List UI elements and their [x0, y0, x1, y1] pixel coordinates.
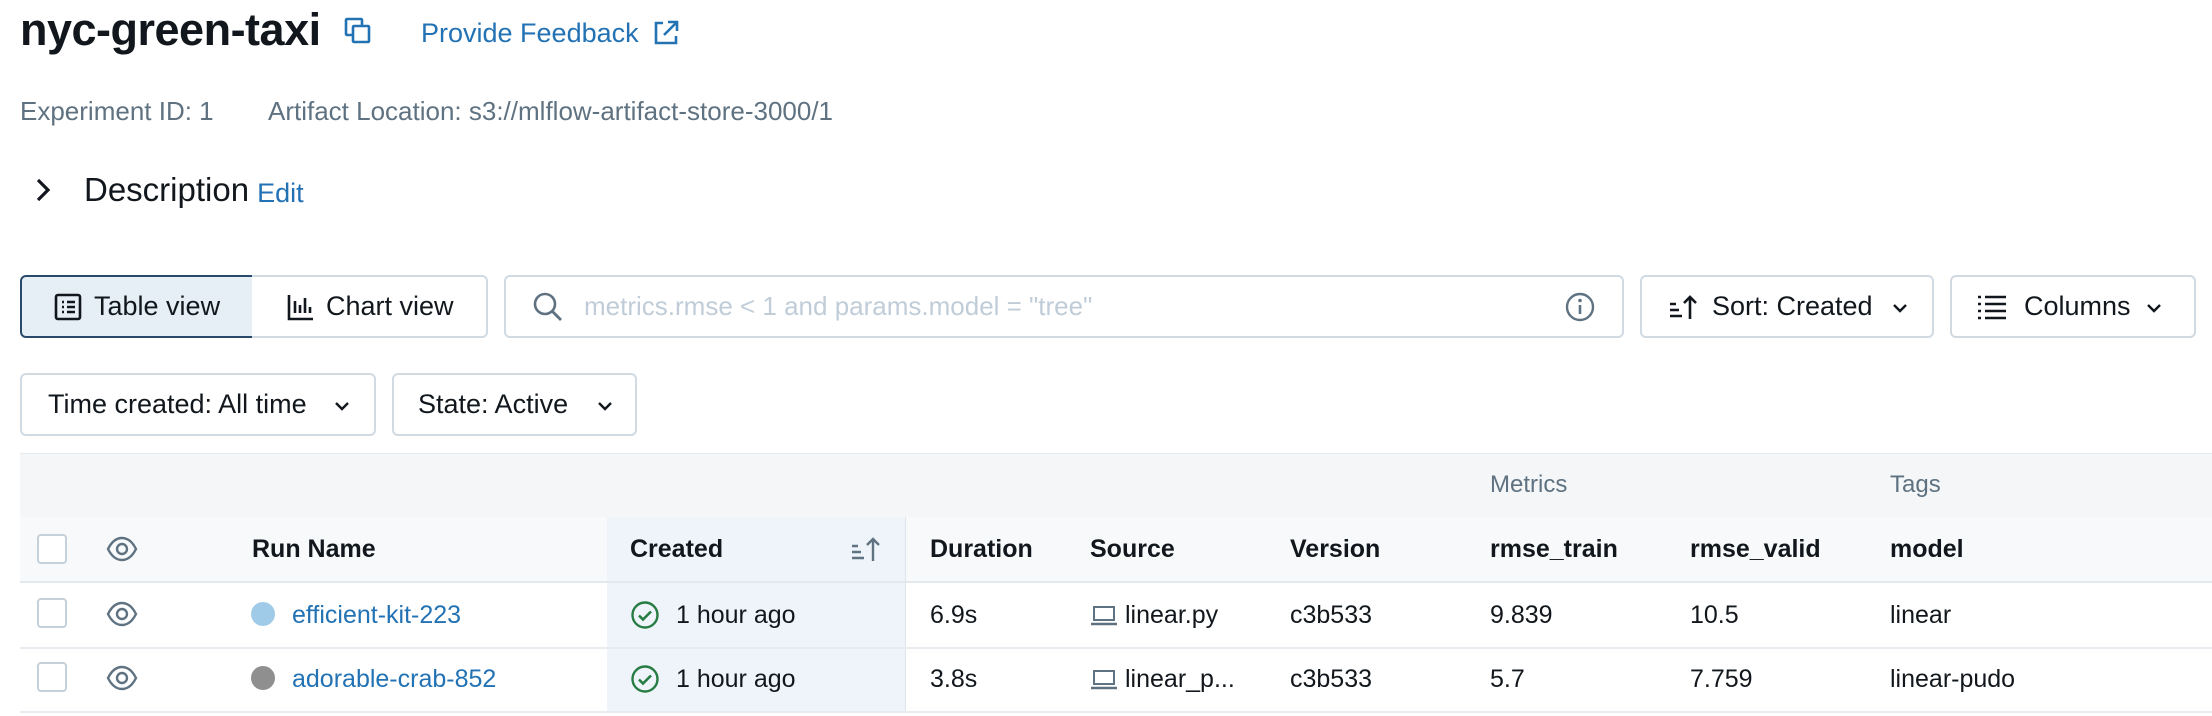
tags-group-label: Tags [1890, 471, 1941, 498]
run-color-dot[interactable] [251, 666, 275, 690]
list-icon [1978, 295, 2006, 319]
created-cell: 1 hour ago [676, 601, 796, 629]
chevron-down-icon [598, 402, 612, 411]
created-cell: 1 hour ago [676, 665, 796, 693]
chevron-right-icon[interactable] [28, 175, 58, 205]
sort-dropdown[interactable]: Sort: Created [1640, 275, 1934, 338]
experiment-id: Experiment ID: 1 [20, 96, 214, 126]
select-all-checkbox[interactable] [37, 534, 67, 564]
table-view-label: Table view [94, 291, 221, 321]
source-cell[interactable]: linear.py [1125, 583, 1218, 647]
duration-cell: 6.9s [930, 601, 978, 629]
external-link-icon [654, 20, 678, 45]
rmse-valid-cell: 10.5 [1690, 601, 1739, 629]
laptop-icon [1091, 606, 1117, 626]
run-name-link[interactable]: efficient-kit-223 [292, 583, 461, 647]
laptop-icon [1091, 670, 1117, 690]
state-filter[interactable]: State: Active [392, 373, 637, 436]
chevron-down-icon [2147, 304, 2161, 313]
metrics-group-label: Metrics [1490, 471, 1568, 498]
info-icon[interactable] [1564, 291, 1596, 323]
time-created-filter[interactable]: Time created: All time [20, 373, 376, 436]
sort-ascending-icon [1670, 294, 1697, 319]
eye-icon[interactable] [106, 600, 138, 628]
time-created-label: Time created: All time [48, 389, 307, 419]
search-input[interactable] [582, 290, 1566, 323]
row-checkbox[interactable] [37, 662, 67, 692]
state-label: State: Active [418, 389, 569, 419]
columns-dropdown[interactable]: Columns [1950, 275, 2196, 338]
column-header-source[interactable]: Source [1090, 517, 1175, 581]
description-edit-link[interactable]: Edit [257, 178, 304, 209]
columns-label: Columns [2024, 291, 2131, 321]
column-header-rmse-train[interactable]: rmse_train [1490, 517, 1618, 581]
provide-feedback-link[interactable]: Provide Feedback [421, 16, 681, 50]
row-checkbox[interactable] [37, 598, 67, 628]
model-tag-cell: linear-pudo [1890, 665, 2016, 693]
duration-cell: 3.8s [930, 665, 978, 693]
source-cell[interactable]: linear_p... [1125, 647, 1235, 711]
bar-chart-icon [287, 294, 313, 320]
table-view-button[interactable]: Table view [20, 275, 254, 338]
rmse-train-cell: 5.7 [1490, 665, 1525, 693]
artifact-location: Artifact Location: s3://mlflow-artifact-… [268, 96, 834, 126]
chart-view-button[interactable]: Chart view [252, 275, 488, 338]
run-name-link[interactable]: adorable-crab-852 [292, 647, 496, 711]
column-header-run-name[interactable]: Run Name [252, 517, 376, 581]
check-circle-icon [631, 601, 659, 629]
description-section: Description Edit [28, 168, 304, 212]
search-box[interactable] [504, 275, 1624, 338]
sort-label: Sort: Created [1712, 291, 1873, 321]
feedback-label: Provide Feedback [421, 18, 639, 48]
eye-icon[interactable] [106, 664, 138, 692]
rmse-valid-cell: 7.759 [1690, 665, 1753, 693]
model-tag-cell: linear [1890, 601, 1952, 629]
check-circle-icon [631, 665, 659, 693]
column-header-created[interactable]: Created [630, 517, 723, 581]
chart-view-label: Chart view [326, 291, 454, 321]
table-group-header [20, 453, 2212, 519]
page-title: nyc-green-taxi [20, 4, 321, 55]
column-header-model[interactable]: model [1890, 517, 1964, 581]
column-header-rmse-valid[interactable]: rmse_valid [1690, 517, 1821, 581]
run-color-dot[interactable] [251, 602, 275, 626]
sort-ascending-icon[interactable] [850, 534, 882, 564]
search-icon [533, 292, 562, 321]
eye-icon[interactable] [106, 535, 138, 563]
chevron-down-icon [1893, 304, 1907, 313]
version-cell: c3b533 [1290, 601, 1373, 629]
rmse-train-cell: 9.839 [1490, 601, 1553, 629]
column-header-duration[interactable]: Duration [930, 517, 1033, 581]
chevron-down-icon [335, 402, 349, 411]
table-icon [54, 293, 82, 320]
copy-icon[interactable] [343, 16, 373, 46]
column-header-version[interactable]: Version [1290, 517, 1380, 581]
version-cell: c3b533 [1290, 665, 1373, 693]
description-label: Description [84, 171, 250, 208]
